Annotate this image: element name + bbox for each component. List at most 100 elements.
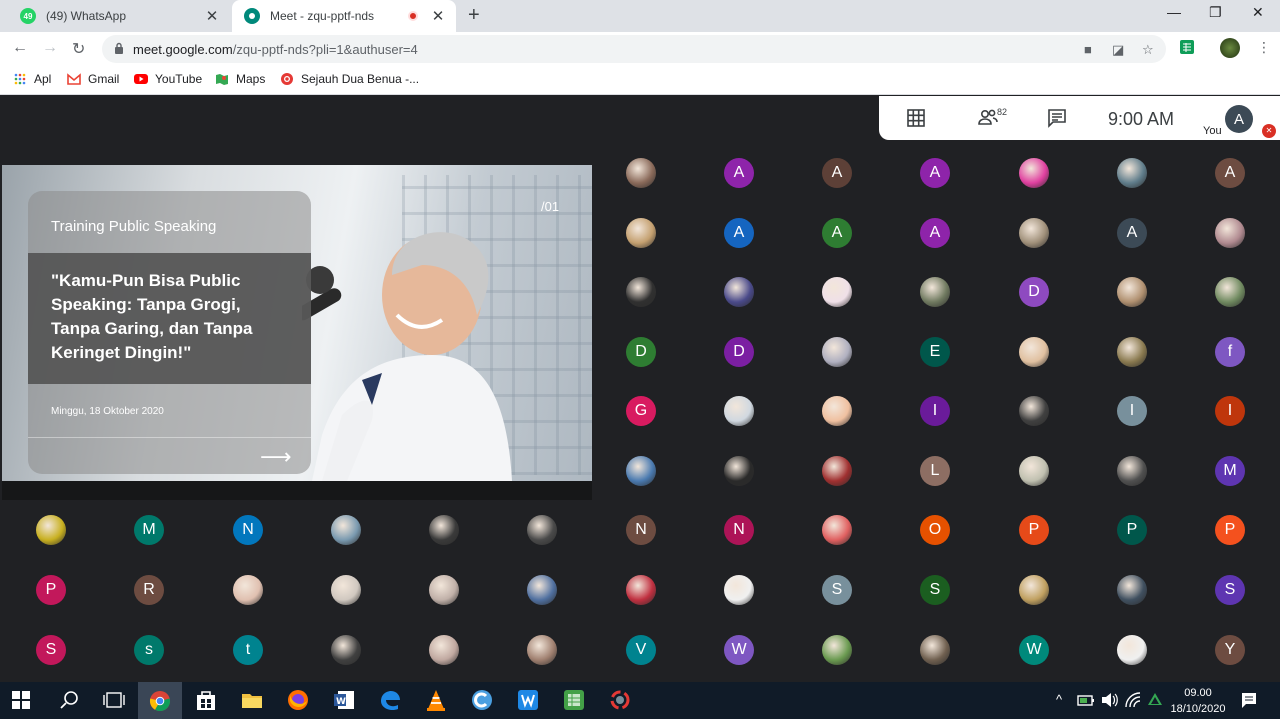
participant-initial-avatar[interactable]: D: [724, 337, 754, 367]
participant-initial-avatar[interactable]: A: [724, 158, 754, 188]
close-window-button[interactable]: ✕: [1252, 4, 1264, 21]
participant-initial-avatar[interactable]: A: [822, 218, 852, 248]
vlc-icon[interactable]: [424, 689, 448, 711]
participant-initial-avatar[interactable]: A: [920, 158, 950, 188]
participant-photo-avatar[interactable]: [1215, 277, 1245, 307]
participant-initial-avatar[interactable]: P: [1019, 515, 1049, 545]
participant-photo-avatar[interactable]: [527, 515, 557, 545]
participant-initial-avatar[interactable]: W: [1019, 635, 1049, 665]
chrome-taskbar-button[interactable]: [138, 682, 182, 719]
menu-icon[interactable]: ⋮: [1257, 39, 1271, 56]
participant-photo-avatar[interactable]: [331, 635, 361, 665]
back-button[interactable]: ←: [12, 39, 28, 57]
participant-initial-avatar[interactable]: t: [233, 635, 263, 665]
participant-photo-avatar[interactable]: [724, 575, 754, 605]
participant-initial-avatar[interactable]: A: [822, 158, 852, 188]
participant-photo-avatar[interactable]: [36, 515, 66, 545]
close-tab-icon[interactable]: ✕: [428, 7, 448, 25]
participant-initial-avatar[interactable]: R: [134, 575, 164, 605]
battery-icon[interactable]: [1076, 691, 1096, 709]
participant-photo-avatar[interactable]: [822, 456, 852, 486]
grid-layout-icon[interactable]: [906, 108, 926, 128]
file-explorer-icon[interactable]: [240, 689, 264, 711]
participant-photo-avatar[interactable]: [429, 635, 459, 665]
participant-photo-avatar[interactable]: [920, 277, 950, 307]
participant-initial-avatar[interactable]: P: [1117, 515, 1147, 545]
participant-initial-avatar[interactable]: s: [134, 635, 164, 665]
edge-icon[interactable]: [378, 689, 402, 711]
participant-photo-avatar[interactable]: [1117, 635, 1147, 665]
word-icon[interactable]: W: [332, 689, 356, 711]
spreadsheet-app-icon[interactable]: [562, 689, 586, 711]
ccleaner-icon[interactable]: [470, 689, 494, 711]
participant-initial-avatar[interactable]: V: [626, 635, 656, 665]
search-icon[interactable]: [58, 689, 82, 711]
participant-photo-avatar[interactable]: [1117, 575, 1147, 605]
participant-initial-avatar[interactable]: W: [724, 635, 754, 665]
participant-photo-avatar[interactable]: [429, 575, 459, 605]
participant-photo-avatar[interactable]: [724, 396, 754, 426]
participant-photo-avatar[interactable]: [1117, 158, 1147, 188]
participant-photo-avatar[interactable]: [1019, 158, 1049, 188]
participant-photo-avatar[interactable]: [626, 575, 656, 605]
bookmark-maps[interactable]: Maps: [215, 72, 265, 86]
windows-start-icon[interactable]: [12, 691, 30, 709]
volume-icon[interactable]: [1100, 691, 1118, 709]
bookmark-sejauh-dua-benua[interactable]: Sejauh Dua Benua -...: [280, 72, 419, 86]
participant-initial-avatar[interactable]: Y: [1215, 635, 1245, 665]
participant-photo-avatar[interactable]: [724, 277, 754, 307]
address-bar[interactable]: meet.google.com/zqu-pptf-nds?pli=1&authu…: [102, 35, 1166, 63]
participant-initial-avatar[interactable]: S: [36, 635, 66, 665]
participant-initial-avatar[interactable]: L: [920, 456, 950, 486]
wifi-icon[interactable]: [1124, 691, 1142, 709]
participant-initial-avatar[interactable]: M: [1215, 456, 1245, 486]
people-icon[interactable]: [977, 108, 999, 126]
participant-photo-avatar[interactable]: [1019, 575, 1049, 605]
participant-photo-avatar[interactable]: [822, 515, 852, 545]
sheets-extension-icon[interactable]: [1180, 40, 1194, 54]
taskbar-clock[interactable]: 09.00 18/10/2020: [1168, 685, 1228, 717]
participant-photo-avatar[interactable]: [822, 277, 852, 307]
participant-initial-avatar[interactable]: A: [724, 218, 754, 248]
new-tab-button[interactable]: +: [468, 4, 488, 27]
participant-photo-avatar[interactable]: [724, 456, 754, 486]
participant-initial-avatar[interactable]: I: [1117, 396, 1147, 426]
task-view-icon[interactable]: [102, 689, 126, 711]
participant-initial-avatar[interactable]: I: [920, 396, 950, 426]
maximize-button[interactable]: ❐: [1209, 4, 1222, 21]
participant-photo-avatar[interactable]: [626, 158, 656, 188]
close-tab-icon[interactable]: ✕: [202, 7, 222, 25]
participant-photo-avatar[interactable]: [1215, 218, 1245, 248]
participant-photo-avatar[interactable]: [331, 515, 361, 545]
participant-initial-avatar[interactable]: D: [1019, 277, 1049, 307]
participant-photo-avatar[interactable]: [920, 635, 950, 665]
participant-initial-avatar[interactable]: S: [822, 575, 852, 605]
participant-initial-avatar[interactable]: O: [920, 515, 950, 545]
reload-button[interactable]: ↻: [72, 39, 85, 59]
participant-photo-avatar[interactable]: [822, 635, 852, 665]
bookmark-youtube[interactable]: YouTube: [134, 72, 202, 86]
participant-initial-avatar[interactable]: D: [626, 337, 656, 367]
participant-initial-avatar[interactable]: A: [1117, 218, 1147, 248]
participant-photo-avatar[interactable]: [626, 277, 656, 307]
participant-photo-avatar[interactable]: [1117, 456, 1147, 486]
store-icon[interactable]: [194, 689, 218, 711]
participant-photo-avatar[interactable]: [1117, 277, 1147, 307]
participant-initial-avatar[interactable]: P: [1215, 515, 1245, 545]
translate-icon[interactable]: ◪: [1112, 42, 1124, 58]
google-drive-icon[interactable]: [1146, 691, 1164, 709]
tab-whatsapp[interactable]: 49 (49) WhatsApp ✕: [8, 0, 230, 32]
participant-initial-avatar[interactable]: N: [626, 515, 656, 545]
participant-photo-avatar[interactable]: [822, 337, 852, 367]
minimize-button[interactable]: —: [1167, 4, 1181, 20]
participant-initial-avatar[interactable]: S: [1215, 575, 1245, 605]
bookmark-star-icon[interactable]: ☆: [1142, 42, 1154, 58]
participant-photo-avatar[interactable]: [626, 218, 656, 248]
wps-writer-icon[interactable]: [516, 689, 540, 711]
participant-photo-avatar[interactable]: [1019, 396, 1049, 426]
participant-initial-avatar[interactable]: P: [36, 575, 66, 605]
participant-photo-avatar[interactable]: [527, 575, 557, 605]
tab-meet[interactable]: Meet - zqu-pptf-nds ✕: [232, 0, 456, 32]
participant-photo-avatar[interactable]: [331, 575, 361, 605]
participant-initial-avatar[interactable]: S: [920, 575, 950, 605]
